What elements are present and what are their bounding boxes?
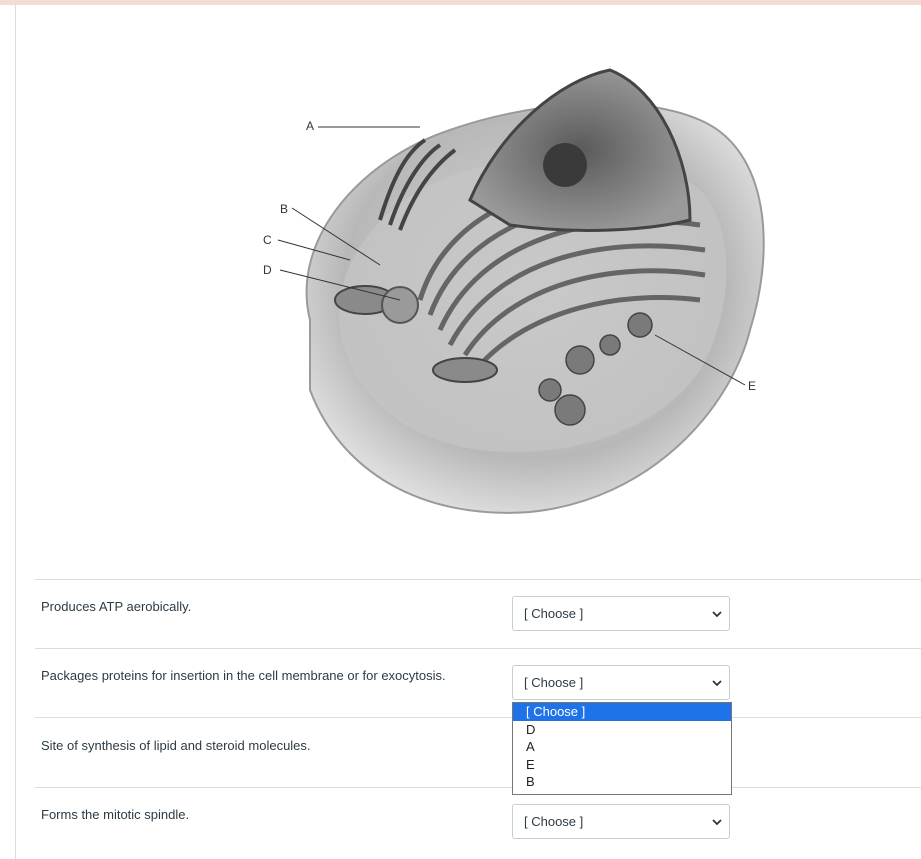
dropdown-options-list[interactable]: [ Choose ] D A E B bbox=[512, 702, 732, 795]
mitochondrion-2 bbox=[432, 357, 498, 383]
top-strip bbox=[0, 0, 921, 5]
row-divider bbox=[35, 717, 921, 718]
select-value: [ Choose ] bbox=[524, 606, 584, 621]
row-divider bbox=[35, 579, 921, 580]
chevron-down-icon bbox=[712, 680, 722, 687]
cell-illustration bbox=[277, 68, 765, 514]
question-text: Produces ATP aerobically. bbox=[41, 599, 192, 614]
row-divider bbox=[35, 648, 921, 649]
dropdown-option[interactable]: E bbox=[513, 756, 731, 774]
question-text: Site of synthesis of lipid and steroid m… bbox=[41, 738, 311, 753]
dropdown-option[interactable]: A bbox=[513, 738, 731, 756]
label-e: E bbox=[748, 379, 757, 393]
label-a: A bbox=[306, 119, 315, 133]
row-divider bbox=[35, 787, 921, 788]
nucleolus bbox=[543, 143, 587, 187]
label-d: D bbox=[263, 263, 272, 277]
question-text: Forms the mitotic spindle. bbox=[41, 807, 190, 822]
left-border bbox=[15, 5, 16, 859]
dropdown-option[interactable]: [ Choose ] bbox=[513, 703, 731, 721]
answer-select-1[interactable]: [ Choose ] bbox=[512, 596, 730, 631]
cell-diagram: A B C D E bbox=[250, 50, 780, 530]
label-c: C bbox=[263, 233, 272, 247]
dropdown-option[interactable]: B bbox=[513, 773, 731, 791]
select-value: [ Choose ] bbox=[524, 814, 584, 829]
centriole bbox=[381, 286, 419, 324]
dropdown-option[interactable]: D bbox=[513, 721, 731, 739]
answer-select-4[interactable]: [ Choose ] bbox=[512, 804, 730, 839]
chevron-down-icon bbox=[712, 819, 722, 826]
answer-select-2[interactable]: [ Choose ] bbox=[512, 665, 730, 700]
chevron-down-icon bbox=[712, 611, 722, 618]
question-text: Packages proteins for insertion in the c… bbox=[41, 668, 446, 683]
label-b: B bbox=[280, 202, 289, 216]
select-value: [ Choose ] bbox=[524, 675, 584, 690]
